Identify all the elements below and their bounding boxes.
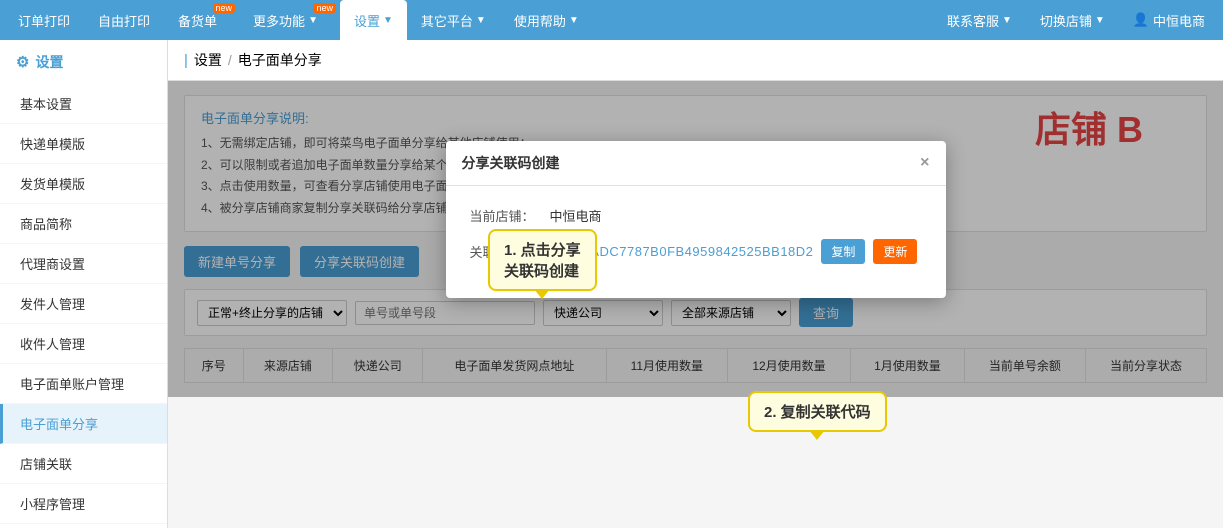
modal-store-field: 当前店铺： 中恒电商	[470, 206, 922, 225]
page-body: 店铺 B 电子面单分享说明: 1、无需绑定店铺，即可将菜鸟电子面单分享给其他店铺…	[168, 81, 1223, 397]
sidebar: ⚙ 设置 基本设置 快递单模版 发货单模版 商品简称 代理商设置 发件人管理 收…	[0, 40, 168, 528]
badge-new-stock: new	[213, 3, 236, 13]
modal-header: 分享关联码创建 ×	[446, 141, 946, 186]
callout-1: 1. 点击分享关联码创建	[488, 229, 597, 291]
code-row: 9F59AADC7787B0FB4959842525BB18D2 复制 更新	[550, 239, 918, 264]
sidebar-item-miniapp[interactable]: 小程序管理	[0, 484, 167, 524]
top-nav-right: 联系客服 ▼ 切换店铺 ▼ 👤 中恒电商	[933, 0, 1219, 40]
nav-order-print[interactable]: 订单打印	[4, 0, 84, 40]
sidebar-title: ⚙ 设置	[0, 40, 167, 84]
nav-more[interactable]: 更多功能 new ▼	[239, 0, 340, 40]
sidebar-item-store-link[interactable]: 店铺关联	[0, 444, 167, 484]
sidebar-item-sender[interactable]: 发件人管理	[0, 284, 167, 324]
gear-icon: ⚙	[16, 53, 29, 71]
modal-store-label: 当前店铺：	[470, 206, 550, 225]
modal-title: 分享关联码创建	[462, 153, 560, 173]
sidebar-item-product-abbr[interactable]: 商品简称	[0, 204, 167, 244]
nav-user-store[interactable]: 👤 中恒电商	[1119, 0, 1219, 40]
modal-overlay: 分享关联码创建 × 当前店铺： 中恒电商 关联代码： 9F59AADC7787B…	[168, 81, 1223, 397]
content-area: | 设置 / 电子面单分享 店铺 B 电子面单分享说明: 1、无需绑定店铺，即可…	[168, 40, 1223, 528]
sidebar-item-courier-template[interactable]: 快递单模版	[0, 124, 167, 164]
breadcrumb-sep: /	[228, 52, 232, 68]
main-layout: ⚙ 设置 基本设置 快递单模版 发货单模版 商品简称 代理商设置 发件人管理 收…	[0, 40, 1223, 528]
refresh-button[interactable]: 更新	[873, 239, 917, 264]
nav-settings[interactable]: 设置 ▼	[340, 0, 407, 40]
sidebar-item-receiver[interactable]: 收件人管理	[0, 324, 167, 364]
nav-other-platform[interactable]: 其它平台 ▼	[407, 0, 500, 40]
modal-close-button[interactable]: ×	[920, 155, 929, 171]
nav-free-print[interactable]: 自由打印	[84, 0, 164, 40]
nav-switch-store[interactable]: 切换店铺 ▼	[1026, 0, 1119, 40]
sidebar-item-ship-template[interactable]: 发货单模版	[0, 164, 167, 204]
copy-button[interactable]: 复制	[821, 239, 865, 264]
nav-stock[interactable]: 备货单 new	[164, 0, 239, 40]
sidebar-item-ewaybill-share[interactable]: 电子面单分享	[0, 404, 167, 444]
breadcrumb: | 设置 / 电子面单分享	[168, 40, 1223, 81]
nav-help[interactable]: 使用帮助 ▼	[500, 0, 593, 40]
callout-2: 2. 复制关联代码	[748, 391, 887, 432]
sidebar-item-agent[interactable]: 代理商设置	[0, 244, 167, 284]
sidebar-item-basic[interactable]: 基本设置	[0, 84, 167, 124]
modal-store-value: 中恒电商	[550, 206, 602, 225]
sidebar-item-ewaybill-account[interactable]: 电子面单账户管理	[0, 364, 167, 404]
top-nav: 订单打印 自由打印 备货单 new 更多功能 new ▼ 设置 ▼ 其它平台 ▼…	[0, 0, 1223, 40]
nav-customer-service[interactable]: 联系客服 ▼	[933, 0, 1026, 40]
badge-new-more: new	[313, 3, 336, 13]
